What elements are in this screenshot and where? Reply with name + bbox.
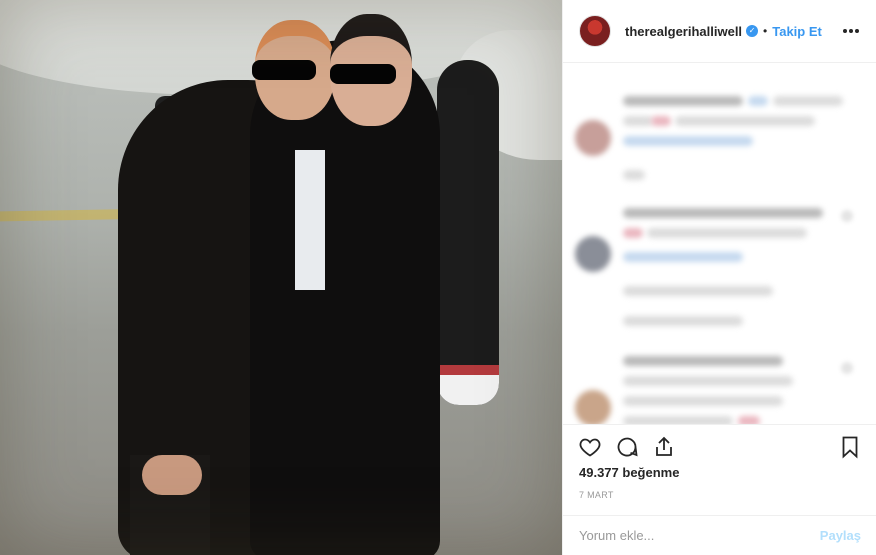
blurred-text — [651, 116, 671, 126]
blurred-text — [623, 356, 783, 366]
post-side-panel: therealgerihalliwell ✓ • Takip Et 49.377… — [562, 0, 876, 555]
more-dot — [849, 29, 853, 33]
commenter-avatar — [575, 120, 611, 156]
comment-bubble-icon[interactable] — [614, 434, 640, 460]
share-icon[interactable] — [651, 434, 677, 460]
comment-like-icon — [841, 210, 853, 222]
blurred-text — [623, 208, 823, 218]
verified-badge-icon: ✓ — [746, 25, 759, 37]
blurred-text — [623, 252, 743, 262]
heart-icon[interactable] — [577, 434, 603, 460]
comment-input[interactable] — [579, 528, 812, 543]
commenter-avatar — [575, 390, 611, 424]
add-comment-bar: Paylaş — [563, 515, 876, 555]
bookmark-icon[interactable] — [837, 434, 863, 460]
blurred-text — [623, 286, 773, 296]
follow-button[interactable]: Takip Et — [772, 24, 822, 39]
post-header: therealgerihalliwell ✓ • Takip Et — [563, 0, 876, 63]
post-date[interactable]: 7 MART — [579, 490, 614, 500]
photo-vignette — [0, 0, 562, 555]
blurred-text — [647, 228, 807, 238]
blurred-text — [623, 228, 643, 238]
author-avatar[interactable] — [579, 15, 611, 47]
blurred-text — [623, 136, 753, 146]
comment-like-icon — [841, 362, 853, 374]
blurred-text — [623, 396, 783, 406]
blurred-text — [623, 416, 733, 424]
blurred-text — [738, 416, 760, 424]
more-dot — [843, 29, 847, 33]
author-username[interactable]: therealgerihalliwell — [625, 24, 742, 39]
action-bar — [563, 424, 876, 468]
header-separator: • — [763, 24, 768, 38]
commenter-avatar — [575, 236, 611, 272]
blurred-text — [623, 96, 743, 106]
blurred-text — [675, 116, 815, 126]
likes-count[interactable]: 49.377 beğenme — [579, 465, 679, 480]
blurred-text — [623, 376, 793, 386]
comments-list[interactable] — [563, 64, 876, 424]
more-options-icon[interactable] — [841, 21, 861, 41]
blurred-text — [623, 170, 645, 180]
blurred-text — [773, 96, 843, 106]
blurred-text — [623, 116, 653, 126]
more-dot — [855, 29, 859, 33]
post-comment-button[interactable]: Paylaş — [820, 528, 861, 543]
blurred-text — [623, 316, 743, 326]
post-photo[interactable] — [0, 0, 562, 555]
blurred-text — [748, 96, 768, 106]
